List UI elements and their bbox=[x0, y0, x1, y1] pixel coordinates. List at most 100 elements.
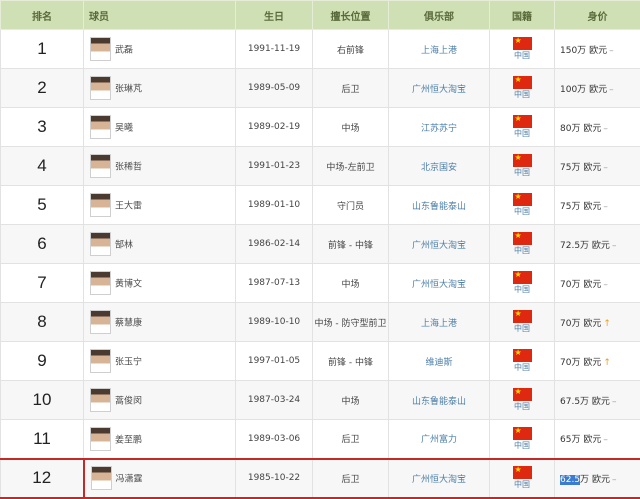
club-link[interactable]: 广州富力 bbox=[389, 420, 490, 459]
rank-cell: 6 bbox=[1, 225, 84, 264]
value-amount: 150万 bbox=[560, 46, 586, 56]
position-cell: 右前锋 bbox=[313, 30, 389, 69]
china-flag-icon[interactable] bbox=[513, 271, 532, 284]
player-name-link[interactable]: 张琳芃 bbox=[115, 85, 142, 95]
market-value-cell: 62.5万 欧元– bbox=[555, 459, 640, 498]
market-value-cell: 80万 欧元– bbox=[555, 108, 640, 147]
club-link[interactable]: 上海上港 bbox=[389, 30, 490, 69]
birthday-cell: 1997-01-05 bbox=[236, 342, 313, 381]
china-flag-icon[interactable] bbox=[513, 388, 532, 401]
nationality-link[interactable]: 中国 bbox=[490, 363, 554, 373]
player-name-link[interactable]: 冯潇霆 bbox=[116, 475, 143, 485]
player-name-link[interactable]: 张玉宁 bbox=[115, 358, 142, 368]
market-value-cell: 70万 欧元– bbox=[555, 264, 640, 303]
club-link[interactable]: 广州恒大淘宝 bbox=[389, 459, 490, 498]
club-link[interactable]: 广州恒大淘宝 bbox=[389, 225, 490, 264]
club-link[interactable]: 山东鲁能泰山 bbox=[389, 381, 490, 420]
header-market-value[interactable]: 身价 bbox=[555, 1, 640, 30]
club-link[interactable]: 广州恒大淘宝 bbox=[389, 69, 490, 108]
club-link[interactable]: 江苏苏宁 bbox=[389, 108, 490, 147]
china-flag-icon[interactable] bbox=[513, 466, 532, 479]
player-photo[interactable] bbox=[91, 466, 112, 490]
header-club[interactable]: 俱乐部 bbox=[389, 1, 490, 30]
player-name-link[interactable]: 蒿俊闵 bbox=[115, 397, 142, 407]
header-rank[interactable]: 排名 bbox=[1, 1, 84, 30]
player-name-link[interactable]: 郜林 bbox=[115, 241, 133, 251]
player-photo[interactable] bbox=[90, 193, 111, 217]
nationality-link[interactable]: 中国 bbox=[490, 90, 554, 100]
china-flag-icon[interactable] bbox=[513, 193, 532, 206]
china-flag-icon[interactable] bbox=[513, 310, 532, 323]
nationality-link[interactable]: 中国 bbox=[490, 129, 554, 139]
china-flag-icon[interactable] bbox=[513, 76, 532, 89]
rank-cell: 10 bbox=[1, 381, 84, 420]
china-flag-icon[interactable] bbox=[513, 115, 532, 128]
club-link[interactable]: 北京国安 bbox=[389, 147, 490, 186]
value-amount: 72.5万 bbox=[560, 241, 589, 251]
position-cell: 中场 bbox=[313, 264, 389, 303]
nationality-link[interactable]: 中国 bbox=[490, 324, 554, 334]
player-photo[interactable] bbox=[90, 154, 111, 178]
player-name-link[interactable]: 张稀哲 bbox=[115, 163, 142, 173]
header-position[interactable]: 擅长位置 bbox=[313, 1, 389, 30]
player-cell: 王大雷 bbox=[84, 186, 236, 225]
position-cell: 前锋 - 中锋 bbox=[313, 342, 389, 381]
player-cell: 吴曦 bbox=[84, 108, 236, 147]
currency-label: 欧元 bbox=[583, 124, 601, 134]
player-cell: 武磊 bbox=[84, 30, 236, 69]
player-photo[interactable] bbox=[90, 76, 111, 100]
header-player[interactable]: 球员 bbox=[84, 1, 236, 30]
position-cell: 中场 bbox=[313, 381, 389, 420]
player-photo[interactable] bbox=[90, 271, 111, 295]
china-flag-icon[interactable] bbox=[513, 154, 532, 167]
birthday-cell: 1991-11-19 bbox=[236, 30, 313, 69]
trend-flat-icon: – bbox=[612, 397, 617, 407]
trend-up-icon: ↑ bbox=[603, 319, 611, 329]
nationality-cell: 中国 bbox=[490, 342, 555, 381]
nationality-link[interactable]: 中国 bbox=[490, 207, 554, 217]
china-flag-icon[interactable] bbox=[513, 349, 532, 362]
market-value-cell: 67.5万 欧元– bbox=[555, 381, 640, 420]
nationality-link[interactable]: 中国 bbox=[490, 480, 554, 490]
player-cell: 蒿俊闵 bbox=[84, 381, 236, 420]
player-name-link[interactable]: 王大雷 bbox=[115, 202, 142, 212]
player-name-link[interactable]: 武磊 bbox=[115, 46, 133, 56]
china-flag-icon[interactable] bbox=[513, 37, 532, 50]
market-value-cell: 65万 欧元– bbox=[555, 420, 640, 459]
player-name-link[interactable]: 黄博文 bbox=[115, 280, 142, 290]
club-link[interactable]: 上海上港 bbox=[389, 303, 490, 342]
nationality-link[interactable]: 中国 bbox=[490, 285, 554, 295]
player-photo[interactable] bbox=[90, 115, 111, 139]
china-flag-icon[interactable] bbox=[513, 427, 532, 440]
table-row: 5王大雷1989-01-10守门员山东鲁能泰山中国75万 欧元– bbox=[1, 186, 640, 225]
selected-value-text[interactable]: 62.5 bbox=[560, 475, 580, 485]
nationality-link[interactable]: 中国 bbox=[490, 168, 554, 178]
player-cell: 郜林 bbox=[84, 225, 236, 264]
nationality-link[interactable]: 中国 bbox=[490, 51, 554, 61]
nationality-cell: 中国 bbox=[490, 459, 555, 498]
position-cell: 后卫 bbox=[313, 420, 389, 459]
club-link[interactable]: 广州恒大淘宝 bbox=[389, 264, 490, 303]
player-photo[interactable] bbox=[90, 232, 111, 256]
nationality-link[interactable]: 中国 bbox=[490, 441, 554, 451]
player-photo[interactable] bbox=[90, 388, 111, 412]
player-name-link[interactable]: 蔡慧康 bbox=[115, 319, 142, 329]
club-link[interactable]: 维迪斯 bbox=[389, 342, 490, 381]
birthday-cell: 1989-01-10 bbox=[236, 186, 313, 225]
player-photo[interactable] bbox=[90, 427, 111, 451]
rank-cell: 1 bbox=[1, 30, 84, 69]
player-name-link[interactable]: 吴曦 bbox=[115, 124, 133, 134]
nationality-cell: 中国 bbox=[490, 303, 555, 342]
table-row: 8蔡慧康1989-10-10中场 - 防守型前卫上海上港中国70万 欧元↑ bbox=[1, 303, 640, 342]
header-birthday[interactable]: 生日 bbox=[236, 1, 313, 30]
trend-flat-icon: – bbox=[603, 435, 608, 445]
player-photo[interactable] bbox=[90, 310, 111, 334]
nationality-link[interactable]: 中国 bbox=[490, 246, 554, 256]
player-photo[interactable] bbox=[90, 349, 111, 373]
player-name-link[interactable]: 姜至鹏 bbox=[115, 435, 142, 445]
nationality-link[interactable]: 中国 bbox=[490, 402, 554, 412]
china-flag-icon[interactable] bbox=[513, 232, 532, 245]
header-nationality[interactable]: 国籍 bbox=[490, 1, 555, 30]
club-link[interactable]: 山东鲁能泰山 bbox=[389, 186, 490, 225]
player-photo[interactable] bbox=[90, 37, 111, 61]
